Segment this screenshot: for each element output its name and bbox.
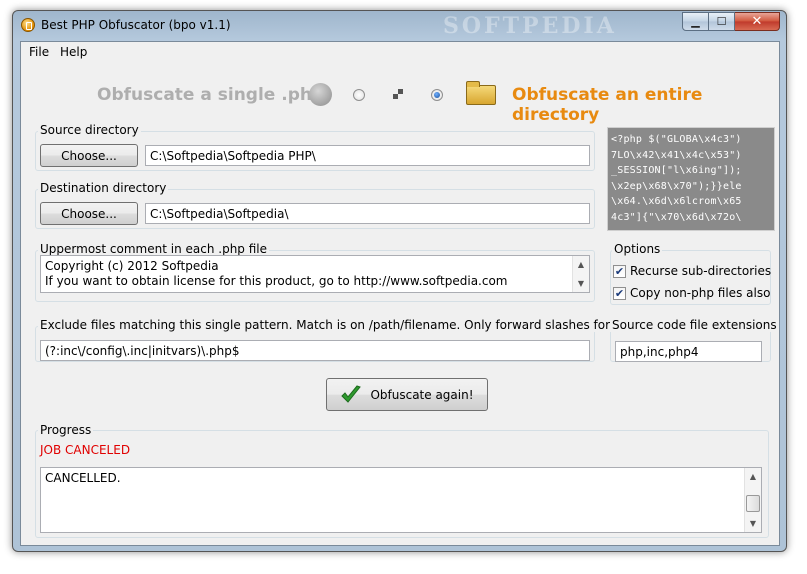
mode-single-radio[interactable] <box>353 89 365 101</box>
client-area: File Help Obfuscate a single .php Obfusc… <box>20 41 780 546</box>
folder-icon <box>466 81 496 105</box>
recurse-checkbox[interactable]: ✔ <box>613 264 626 278</box>
comment-line-2: If you want to obtain license for this p… <box>45 274 508 288</box>
checkmark-icon <box>341 384 362 403</box>
log-scroll-thumb[interactable] <box>746 495 760 512</box>
app-window: Best PHP Obfuscator (bpo v1.1) SOFTPEDIA… <box>12 10 787 552</box>
options-label: Options <box>612 242 663 256</box>
obfuscate-button[interactable]: Obfuscate again! <box>326 378 488 411</box>
menu-file[interactable]: File <box>29 45 49 59</box>
destination-label: Destination directory <box>38 181 169 195</box>
close-icon: ✕ <box>751 14 763 29</box>
comment-line-1: Copyright (c) 2012 Softpedia <box>45 259 219 273</box>
scroll-down-icon[interactable]: ▼ <box>573 275 589 292</box>
log-scroll-down-icon[interactable]: ▼ <box>745 515 761 532</box>
source-path-input[interactable]: C:\Softpedia\Softpedia PHP\ <box>145 145 590 166</box>
progress-label: Progress <box>38 423 94 437</box>
minimize-button[interactable]: ▁ <box>682 12 709 31</box>
source-choose-button[interactable]: Choose... <box>40 144 138 167</box>
destination-choose-button[interactable]: Choose... <box>40 202 138 225</box>
destination-path-input[interactable]: C:\Softpedia\Softpedia\ <box>145 203 590 224</box>
copy-checkbox[interactable]: ✔ <box>613 286 626 300</box>
obfuscate-button-label: Obfuscate again! <box>370 387 474 402</box>
comment-label: Uppermost comment in each .php file <box>38 242 270 256</box>
recurse-label: Recurse sub-directories <box>630 264 772 278</box>
maximize-icon: ☐ <box>716 15 727 28</box>
code-logo-image: <?php $("GLOBA\x4c3") 7LO\x42\x41\x4c\x53… <box>607 127 775 231</box>
watermark: SOFTPEDIA <box>443 13 617 39</box>
copy-label: Copy non-php files also <box>630 286 771 300</box>
toggle-arrow-icon <box>393 89 405 101</box>
recurse-option[interactable]: ✔ Recurse sub-directories <box>613 264 771 278</box>
log-scroll-up-icon[interactable]: ▲ <box>745 468 761 485</box>
mode-selector: Obfuscate a single .php Obfuscate an ent… <box>21 80 779 125</box>
exclude-label: Exclude files matching this single patte… <box>38 318 657 332</box>
job-status-text: JOB CANCELED <box>40 443 131 457</box>
progress-log-line: CANCELLED. <box>45 471 121 485</box>
copy-option[interactable]: ✔ Copy non-php files also <box>613 286 770 300</box>
source-label: Source directory <box>38 123 141 137</box>
menu-help[interactable]: Help <box>60 45 87 59</box>
comment-scrollbar[interactable]: ▲ ▼ <box>572 256 589 292</box>
mode-single-label[interactable]: Obfuscate a single .php <box>97 85 324 105</box>
mode-directory-radio[interactable] <box>431 89 443 101</box>
minimize-icon: ▁ <box>691 15 700 28</box>
scroll-up-icon[interactable]: ▲ <box>573 256 589 273</box>
mode-directory-label[interactable]: Obfuscate an entire directory <box>512 85 779 125</box>
php-file-icon <box>309 83 332 106</box>
maximize-button[interactable]: ☐ <box>709 12 735 31</box>
menu-bar: File Help <box>21 42 779 62</box>
extensions-label: Source code file extensions <box>610 318 779 332</box>
app-logo-icon <box>21 18 35 32</box>
close-button[interactable]: ✕ <box>735 12 780 31</box>
exclude-pattern-input[interactable]: (?:inc\/config\.inc|initvars)\.php$ <box>40 340 590 361</box>
window-controls: ▁ ☐ ✕ <box>682 12 780 31</box>
comment-textarea[interactable]: Copyright (c) 2012 Softpedia If you want… <box>40 255 590 293</box>
extensions-input[interactable]: php,inc,php4 <box>615 341 762 362</box>
progress-log[interactable]: CANCELLED. ▲ ▼ <box>40 467 762 533</box>
window-title: Best PHP Obfuscator (bpo v1.1) <box>41 18 231 32</box>
title-bar[interactable]: Best PHP Obfuscator (bpo v1.1) SOFTPEDIA… <box>13 11 786 41</box>
log-scrollbar[interactable]: ▲ ▼ <box>744 468 761 532</box>
